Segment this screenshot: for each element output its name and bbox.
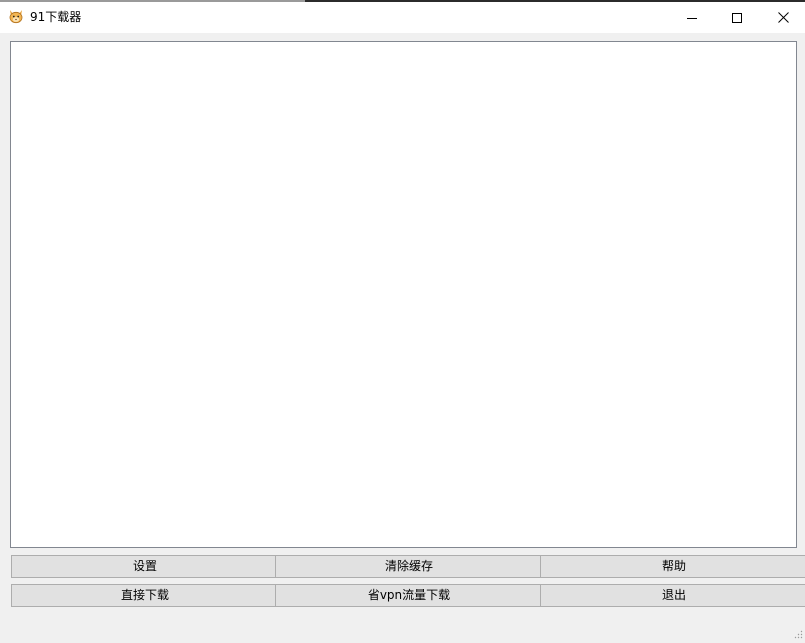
minimize-icon: [687, 13, 697, 23]
exit-button[interactable]: 退出: [540, 584, 805, 607]
save-vpn-download-button[interactable]: 省vpn流量下载: [275, 584, 543, 607]
title-bar[interactable]: 91下载器: [0, 2, 805, 33]
direct-download-button[interactable]: 直接下载: [11, 584, 279, 607]
minimize-button[interactable]: [669, 2, 715, 33]
close-icon: [777, 12, 789, 23]
log-output-area[interactable]: [10, 41, 797, 548]
clear-cache-button[interactable]: 清除缓存: [275, 555, 543, 578]
window-title: 91下载器: [30, 10, 82, 24]
resize-grip-icon[interactable]: [793, 624, 803, 639]
settings-button[interactable]: 设置: [11, 555, 279, 578]
maximize-icon: [732, 12, 742, 23]
app-window: 91下载器 设置 清除缓存 帮助 直接下载 省vpn流量下载 退出: [0, 0, 805, 639]
close-button[interactable]: [760, 2, 805, 33]
maximize-button[interactable]: [714, 2, 760, 33]
cat-face-icon: [8, 8, 24, 24]
help-button[interactable]: 帮助: [540, 555, 805, 578]
